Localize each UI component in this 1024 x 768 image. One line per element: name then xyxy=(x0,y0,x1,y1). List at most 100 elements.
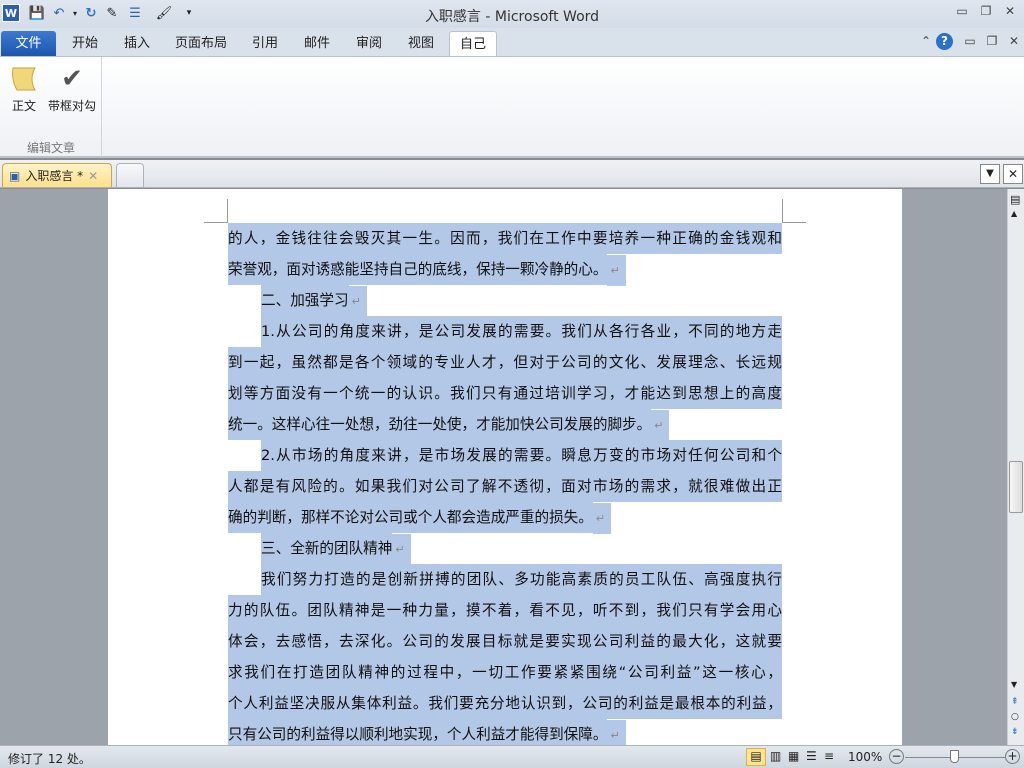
text-line[interactable]: 二、加强学习 ↵ xyxy=(228,285,782,317)
selected-text[interactable]: 人都是有风险的。如果我们对公司了解不透彻，面对市场的需求，就很难做出正 xyxy=(228,471,782,502)
selected-text[interactable]: 确的判断，那样不论对公司或个人都会造成严重的损失。 xyxy=(228,502,593,533)
selected-text[interactable]: 体会，去感悟，去深化。公司的发展目标就是要实现公司利益的最大化，这就要 xyxy=(228,626,782,657)
scroll-down-arrow[interactable]: ▼ xyxy=(1011,680,1017,689)
tab-list-dropdown[interactable]: ▼ xyxy=(980,164,1000,184)
text-line[interactable]: 统一。这样心往一处想，劲往一处使，才能加快公司发展的脚步。 ↵ xyxy=(228,409,782,441)
window-title: 入职感言 - Microsoft Word xyxy=(424,9,600,25)
selected-text[interactable]: 力的队伍。团队精神是一种力量，摸不着，看不见，听不到，我们只有学会用心 xyxy=(228,595,782,626)
body-text-label: 正文 xyxy=(11,99,36,113)
text-line[interactable]: 到一起，虽然都是各个领域的专业人才，但对于公司的文化、发展理念、长远规 xyxy=(228,347,782,378)
tab-insert[interactable]: 插入 xyxy=(114,31,160,56)
close-button[interactable]: ✕ xyxy=(998,4,1022,22)
selected-text[interactable]: 个人利益坚决服从集体利益。我们要充分地认识到，公司的利益是最根本的利益， xyxy=(228,688,782,719)
outline-icon[interactable]: ☰ xyxy=(806,749,817,763)
tab-mailings[interactable]: 邮件 xyxy=(294,31,340,56)
tab-custom[interactable]: 自己 xyxy=(449,31,497,56)
vertical-scrollbar[interactable]: ▤ ▲ ▼ ⇞ ○ ⇟ xyxy=(1007,189,1024,745)
selected-text[interactable]: 1.从公司的角度来讲，是公司发展的需要。我们从各行各业，不同的地方走 xyxy=(261,316,782,347)
scroll-icon xyxy=(6,61,42,97)
web-layout-icon[interactable]: ▦ xyxy=(788,749,799,763)
boxed-check-button[interactable]: ✔ 带框对勾 xyxy=(46,61,98,114)
tab-view[interactable]: 视图 xyxy=(398,31,444,56)
document-tab[interactable]: ▣ 入职感言 * ✕ xyxy=(2,163,112,187)
minimize-button[interactable]: ▭ xyxy=(950,4,974,22)
revision-count[interactable]: 修订了 12 处。 xyxy=(8,750,91,767)
browse-object-icon[interactable]: ○ xyxy=(1011,712,1019,722)
text-line[interactable]: 求我们在打造团队精神的过程中，一切工作要紧紧围绕“公司利益”这一核心， xyxy=(228,657,782,688)
restore-button[interactable]: ❐ xyxy=(974,4,998,22)
doc-minimize-button[interactable]: ▭ xyxy=(958,34,982,52)
text-line[interactable]: 我们努力打造的是创新拼搏的团队、多功能高素质的员工队伍、高强度执行 xyxy=(228,564,782,595)
scroll-up-arrow[interactable]: ▲ xyxy=(1011,209,1017,218)
document-tab-bar: ▣ 入职感言 * ✕ ▼ ✕ xyxy=(0,160,1024,188)
print-layout-icon[interactable]: ▤ xyxy=(746,748,766,766)
paragraph-mark: ↵ xyxy=(607,255,626,286)
selected-text[interactable]: 三、全新的团队精神 xyxy=(261,533,393,564)
text-line[interactable]: 三、全新的团队精神 ↵ xyxy=(228,533,782,565)
zoom-in-button[interactable]: + xyxy=(1005,749,1020,764)
paragraph-mark: ↵ xyxy=(392,534,411,565)
selected-text[interactable]: 二、加强学习 xyxy=(261,285,349,316)
help-icon[interactable]: ? xyxy=(936,33,953,50)
text-line[interactable]: 划等方面没有一个统一的认识。我们只有通过培训学习，才能达到思想上的高度 xyxy=(228,378,782,409)
text-line[interactable]: 个人利益坚决服从集体利益。我们要充分地认识到，公司的利益是最根本的利益， xyxy=(228,688,782,719)
zoom-slider-handle[interactable] xyxy=(950,750,959,763)
text-line[interactable]: 1.从公司的角度来讲，是公司发展的需要。我们从各行各业，不同的地方走 xyxy=(228,316,782,347)
draft-icon[interactable]: ≡ xyxy=(824,749,834,763)
document-tab-label: 入职感言 * xyxy=(25,169,84,183)
selected-text[interactable]: 荣誉观，面对诱惑能坚持自己的底线，保持一颗冷静的心。 xyxy=(228,254,608,285)
ribbon-tabs: 文件 开始 插入 页面布局 引用 邮件 审阅 视图 自己 ⌃ ? ▭ ❐ ✕ xyxy=(0,28,1024,56)
crop-mark xyxy=(204,199,228,223)
tab-page-layout[interactable]: 页面布局 xyxy=(170,31,232,56)
selected-text[interactable]: 到一起，虽然都是各个领域的专业人才，但对于公司的文化、发展理念、长远规 xyxy=(228,347,782,378)
paragraph-mark: ↵ xyxy=(348,286,367,317)
collapse-ribbon-icon[interactable]: ⌃ xyxy=(914,34,938,52)
close-all-tabs-button[interactable]: ✕ xyxy=(1003,164,1023,184)
selected-text[interactable]: 统一。这样心往一处想，劲往一处使，才能加快公司发展的脚步。 xyxy=(228,409,652,440)
ribbon: 正文 ✔ 带框对勾 编辑文章 xyxy=(0,56,1024,158)
selected-text[interactable]: 求我们在打造团队精神的过程中，一切工作要紧紧围绕“公司利益”这一核心， xyxy=(228,657,782,688)
previous-page-icon[interactable]: ⇞ xyxy=(1011,697,1019,707)
tab-review[interactable]: 审阅 xyxy=(346,31,392,56)
paragraph-mark: ↵ xyxy=(651,410,670,441)
selected-text[interactable]: 2.从市场的角度来讲，是市场发展的需要。瞬息万变的市场对任何公司和个 xyxy=(261,440,782,471)
body-text-button[interactable]: 正文 xyxy=(6,61,42,114)
paragraph-mark: ↵ xyxy=(607,720,626,745)
text-line[interactable]: 确的判断，那样不论对公司或个人都会造成严重的损失。 ↵ xyxy=(228,502,782,534)
close-tab-icon[interactable]: ✕ xyxy=(88,169,98,183)
scroll-thumb[interactable] xyxy=(1009,461,1023,513)
doc-close-button[interactable]: ✕ xyxy=(1002,34,1024,52)
new-tab-button[interactable] xyxy=(116,163,144,187)
text-line[interactable]: 荣誉观，面对诱惑能坚持自己的底线，保持一颗冷静的心。 ↵ xyxy=(228,254,782,286)
paragraph-mark: ↵ xyxy=(592,503,612,534)
group-edit-article: 正文 ✔ 带框对勾 编辑文章 xyxy=(0,57,102,157)
text-line[interactable]: 只有公司的利益得以顺利地实现，个人利益才能得到保障。 ↵ xyxy=(228,719,782,745)
document-page[interactable]: 的人，金钱往往会毁灭其一生。因而，我们在工作中要培养一种正确的金钱观和 荣誉观，面… xyxy=(108,189,902,745)
selected-text[interactable]: 的人，金钱往往会毁灭其一生。因而，我们在工作中要培养一种正确的金钱观和 xyxy=(228,223,782,254)
selected-text[interactable]: 划等方面没有一个统一的认识。我们只有通过培训学习，才能达到思想上的高度 xyxy=(228,378,782,409)
tab-home[interactable]: 开始 xyxy=(62,31,108,56)
title-bar: W 💾 ↶ ▾ ↻ ✎ ☰ 🖌 ▾ 入职感言 - Microsoft Word … xyxy=(0,0,1024,28)
word-doc-icon: ▣ xyxy=(9,168,21,183)
zoom-out-button[interactable]: − xyxy=(889,749,904,764)
document-area: 的人，金钱往往会毁灭其一生。因而，我们在工作中要培养一种正确的金钱观和 荣誉观，面… xyxy=(0,189,1007,745)
full-screen-reading-icon[interactable]: ▥ xyxy=(770,749,781,763)
text-line[interactable]: 体会，去感悟，去深化。公司的发展目标就是要实现公司利益的最大化，这就要 xyxy=(228,626,782,657)
text-line[interactable]: 的人，金钱往往会毁灭其一生。因而，我们在工作中要培养一种正确的金钱观和 xyxy=(228,223,782,254)
ruler-toggle-icon[interactable]: ▤ xyxy=(1010,193,1020,206)
group-label: 编辑文章 xyxy=(26,141,75,155)
status-bar: 修订了 12 处。 ▤ ▥ ▦ ☰ ≡ 100% − + xyxy=(0,745,1024,768)
selected-text[interactable]: 只有公司的利益得以顺利地实现，个人利益才能得到保障。 xyxy=(228,719,608,745)
tab-references[interactable]: 引用 xyxy=(242,31,288,56)
text-line[interactable]: 力的队伍。团队精神是一种力量，摸不着，看不见，听不到，我们只有学会用心 xyxy=(228,595,782,626)
zoom-level[interactable]: 100% xyxy=(848,750,882,764)
checkmark-icon: ✔ xyxy=(61,64,83,94)
selected-text[interactable]: 我们努力打造的是创新拼搏的团队、多功能高素质的员工队伍、高强度执行 xyxy=(261,564,782,595)
tab-file[interactable]: 文件 xyxy=(1,31,56,56)
crop-mark xyxy=(782,199,806,223)
boxed-check-label: 带框对勾 xyxy=(47,99,96,113)
text-line[interactable]: 人都是有风险的。如果我们对公司了解不透彻，面对市场的需求，就很难做出正 xyxy=(228,471,782,502)
doc-restore-button[interactable]: ❐ xyxy=(980,34,1004,52)
text-line[interactable]: 2.从市场的角度来讲，是市场发展的需要。瞬息万变的市场对任何公司和个 xyxy=(228,440,782,471)
next-page-icon[interactable]: ⇟ xyxy=(1011,727,1019,737)
